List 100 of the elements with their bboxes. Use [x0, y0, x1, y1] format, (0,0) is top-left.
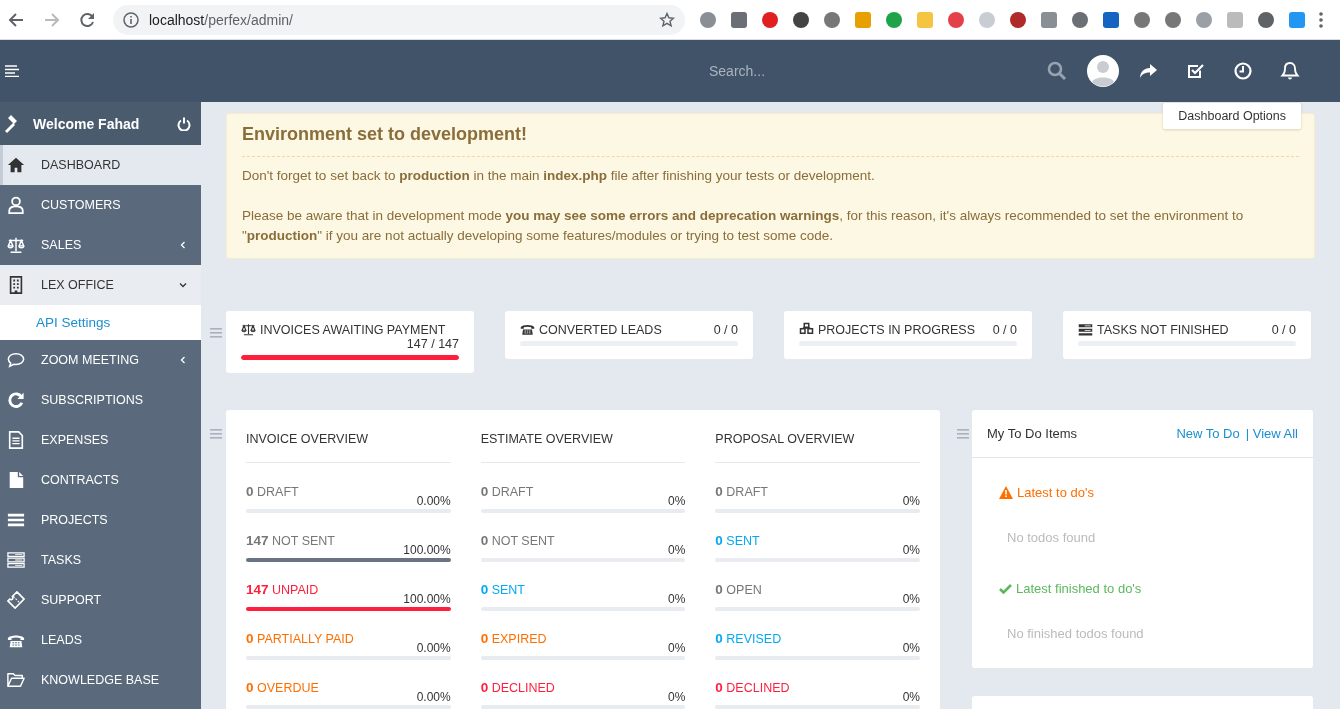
- stat-label: INVOICES AWAITING PAYMENT: [260, 322, 446, 337]
- bars-icon: [7, 511, 25, 529]
- sidebar-item[interactable]: SUBSCRIPTIONS: [0, 380, 201, 420]
- extension-icon: [1102, 10, 1120, 29]
- search-field[interactable]: Search...: [707, 62, 1011, 80]
- overview-title: PROPOSAL OVERVIEW: [715, 430, 920, 463]
- clock-button[interactable]: [1233, 61, 1253, 81]
- back-icon: [8, 11, 24, 28]
- bell-button[interactable]: [1280, 61, 1300, 81]
- stat-value: 0 / 0: [1271, 322, 1296, 337]
- extension-icon: [1164, 10, 1182, 29]
- drag-handle-icon: [210, 428, 222, 439]
- sidebar-item[interactable]: CONTRACTS: [0, 460, 201, 500]
- panel-link[interactable]: | View All: [1245, 426, 1298, 441]
- extension-icon: [823, 10, 841, 29]
- extension-icon: [885, 10, 903, 29]
- search-icon: [1047, 61, 1067, 81]
- stat-value: 0 / 0: [992, 322, 1017, 337]
- status-label: 0 DECLINED: [715, 680, 790, 696]
- tasks-icon: [1078, 322, 1093, 337]
- scale-icon: [241, 322, 256, 337]
- sidebar-item[interactable]: SUPPORT: [0, 580, 201, 620]
- extension-icon: [916, 10, 934, 29]
- extension-icon: [1288, 10, 1306, 29]
- status-label: 0 EXPIRED: [480, 631, 547, 647]
- percent-text: 0%: [668, 690, 686, 704]
- tasks-icon: [7, 551, 25, 569]
- speech-bubble-icon: [7, 351, 25, 369]
- sidebar-item[interactable]: LEX OFFICE: [0, 265, 201, 305]
- percent-text: 0%: [668, 641, 686, 655]
- warning-icon: [999, 486, 1013, 499]
- extension-icon: [761, 10, 779, 29]
- sidebar-item[interactable]: ZOOM MEETING: [0, 340, 201, 380]
- avatar-icon: [1087, 55, 1119, 87]
- extension-icon: [1040, 10, 1058, 29]
- section-title: Latest to do's: [1017, 485, 1094, 500]
- dashboard-options-button[interactable]: Dashboard Options: [1163, 103, 1301, 129]
- phone-icon: [520, 322, 535, 337]
- stat-value: 0 / 0: [713, 322, 738, 337]
- document-icon: [7, 431, 25, 449]
- status-label: 0 OVERDUE: [246, 680, 319, 696]
- sidebar-item[interactable]: EXPENSES: [0, 420, 201, 460]
- sidebar-item[interactable]: PROJECTS: [0, 500, 201, 540]
- status-label: 0 DRAFT: [715, 484, 768, 500]
- status-label: 0 SENT: [715, 533, 760, 549]
- chevron-down-icon: [179, 281, 187, 289]
- percent-text: 0%: [902, 592, 920, 606]
- stat-value: 147 / 147: [406, 337, 459, 351]
- extension-icon: [1071, 10, 1089, 29]
- empty-text: No finished todos found: [1007, 626, 1145, 641]
- checkbox-icon: [1186, 61, 1206, 81]
- percent-text: 0.00%: [416, 494, 451, 508]
- drag-handle-icon: [210, 327, 222, 338]
- status-label: 0 REVISED: [715, 631, 782, 647]
- percent-text: 0%: [668, 494, 686, 508]
- extension-icon: [947, 10, 965, 29]
- status-label: 0 DRAFT: [246, 484, 299, 500]
- url-text: localhost/perfex/admin/: [149, 11, 294, 28]
- alert-text: Please be aware that in development mode you may see some errors and deprecation warnings, for this reason, it's always recommended to set the environment to "production" if you are not actually developing some features/modules or trying to test some code.: [242, 207, 1245, 245]
- extension-icon: [1133, 10, 1151, 29]
- home-icon: [7, 156, 25, 174]
- cubes-icon: [799, 322, 814, 337]
- status-label: 0 DRAFT: [480, 484, 534, 500]
- overview-title: ESTIMATE OVERVIEW: [480, 430, 686, 463]
- empty-text: No todos found: [1007, 530, 1097, 545]
- sidebar-item[interactable]: CUSTOMERS: [0, 185, 201, 225]
- chevron-left-icon: [179, 356, 187, 364]
- folder-icon: [7, 671, 25, 689]
- status-label: 0 PARTIALLY PAID: [246, 631, 354, 647]
- status-label: 147 NOT SENT: [246, 533, 335, 549]
- bell-icon: [1280, 61, 1300, 81]
- star-icon: [659, 11, 675, 28]
- stat-label: PROJECTS IN PROGRESS: [818, 322, 975, 337]
- logout-button[interactable]: [177, 116, 191, 131]
- info-icon: [123, 11, 139, 28]
- submenu-item[interactable]: API Settings: [0, 305, 201, 340]
- extension-icon: [699, 10, 717, 29]
- sidebar-item[interactable]: LEADS: [0, 620, 201, 660]
- percent-text: 0.00%: [416, 690, 451, 704]
- status-label: 0 SENT: [480, 582, 525, 598]
- checkbox-button[interactable]: [1186, 61, 1206, 81]
- percent-text: 0.00%: [416, 641, 451, 655]
- percent-text: 0%: [902, 641, 920, 655]
- scale-icon: [7, 236, 25, 254]
- building-icon: [7, 276, 25, 294]
- status-label: 0 NOT SENT: [480, 533, 555, 549]
- extension-icon: [978, 10, 996, 29]
- extension-icon: [854, 10, 872, 29]
- address-bar[interactable]: localhost/perfex/admin/: [113, 4, 685, 35]
- refresh-icon: [7, 391, 25, 409]
- drag-handle-icon: [957, 428, 969, 439]
- panel-link[interactable]: New To Do: [1176, 426, 1240, 441]
- sidebar-item[interactable]: TASKS: [0, 540, 201, 580]
- sidebar-item[interactable]: SALES: [0, 225, 201, 265]
- sidebar-item[interactable]: KNOWLEDGE BASE: [0, 660, 201, 700]
- alert-text: Don't forget to set back to production in the main index.php file after finishing your tests or development.: [242, 167, 876, 185]
- file-icon: [7, 471, 25, 489]
- extension-icon: [1009, 10, 1027, 29]
- panel-title: My To Do Items: [987, 426, 1079, 441]
- sidebar-item[interactable]: DASHBOARD: [0, 145, 201, 185]
